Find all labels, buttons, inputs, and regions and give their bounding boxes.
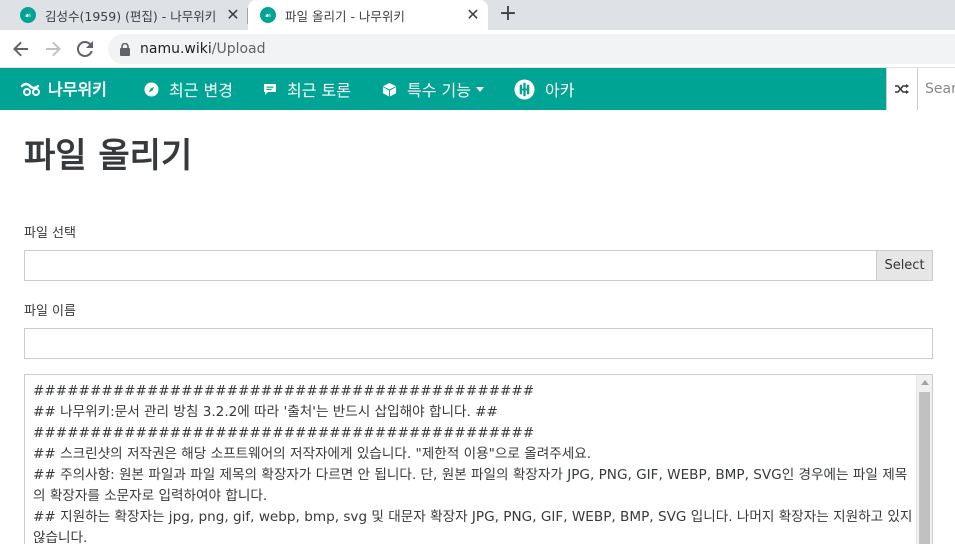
namuwiki-favicon-icon: ☙ — [20, 7, 36, 23]
browser-tab-strip: ☙ 김성수(1959) (편집) - 나무위키 ✕ ☙ 파일 올리기 - 나무위… — [0, 0, 955, 30]
tab-title: 김성수(1959) (편집) - 나무위키 — [45, 8, 217, 24]
nav-special-features[interactable]: 특수 기능 — [382, 68, 484, 110]
nav-recent-discussions[interactable]: 최근 토론 — [263, 68, 351, 110]
shuffle-icon — [895, 84, 909, 94]
nav-label: 특수 기능 — [407, 81, 471, 100]
address-bar[interactable]: namu.wiki/Upload — [108, 34, 955, 64]
comment-icon — [263, 83, 277, 96]
namuwiki-favicon-icon: ☙ — [260, 7, 276, 23]
close-tab-icon[interactable]: ✕ — [464, 6, 482, 24]
browser-toolbar: namu.wiki/Upload — [0, 30, 955, 68]
namuwiki-logo-icon: 나무위키 — [20, 80, 107, 99]
textarea-content: ########################################… — [33, 381, 913, 544]
compass-icon — [144, 81, 159, 97]
textarea-line: ########################################… — [33, 425, 535, 441]
nav-arca[interactable]: 아카 — [514, 68, 574, 110]
file-name-label: 파일 이름 — [24, 304, 76, 319]
nav-recent-changes[interactable]: 최근 변경 — [144, 68, 233, 110]
browser-tab-edit[interactable]: ☙ 김성수(1959) (편집) - 나무위키 ✕ — [8, 0, 248, 30]
close-tab-icon[interactable]: ✕ — [224, 6, 242, 24]
nav-label: 최근 변경 — [169, 81, 233, 100]
new-tab-button[interactable]: + — [496, 3, 520, 27]
textarea-line: ## 나무위키:문서 관리 방침 3.2.2에 따라 '출처'는 반드시 삽입해… — [33, 404, 498, 420]
nav-label: 최근 토론 — [287, 81, 351, 100]
url-host: namu.wiki — [140, 41, 212, 57]
random-page-button[interactable] — [887, 68, 918, 110]
page-title: 파일 올리기 — [24, 136, 193, 176]
file-select-row: Select — [24, 250, 933, 281]
browser-tab-upload[interactable]: ☙ 파일 올리기 - 나무위키 ✕ — [248, 0, 488, 30]
select-file-button[interactable]: Select — [876, 250, 933, 281]
scrollbar-thumb[interactable] — [919, 392, 930, 544]
file-name-input[interactable] — [24, 328, 933, 359]
chevron-down-icon — [475, 86, 484, 92]
textarea-scrollbar[interactable] — [916, 375, 932, 544]
search-input[interactable] — [919, 68, 955, 110]
tab-title: 파일 올리기 - 나무위키 — [285, 8, 405, 24]
scroll-up-arrow-icon[interactable] — [921, 380, 929, 385]
wiki-navbar: 나무위키 최근 변경 최근 토론 특수 기능 아카 — [0, 68, 955, 110]
arca-icon — [514, 78, 535, 100]
forward-arrow-icon[interactable] — [41, 37, 65, 61]
brand-text: 나무위키 — [48, 80, 107, 99]
file-select-label: 파일 선택 — [24, 226, 76, 241]
reload-icon[interactable] — [73, 37, 97, 61]
textarea-line: ## 지원하는 확장자는 jpg, png, gif, webp, bmp, s… — [33, 509, 917, 544]
textarea-line: ## 스크린샷의 저작권은 해당 소프트웨어의 저작자에게 있습니다. "제한적… — [33, 446, 592, 462]
cube-icon — [382, 82, 397, 97]
namuwiki-logo[interactable]: 나무위키 — [20, 78, 116, 100]
url-path: /Upload — [211, 41, 266, 57]
nav-label: 아카 — [545, 81, 575, 100]
lock-icon — [120, 42, 130, 56]
textarea-line: ########################################… — [33, 383, 535, 399]
file-path-input[interactable] — [24, 250, 877, 281]
textarea-line: ## 주의사항: 원본 파일과 파일 제목의 확장자가 다르면 안 됩니다. 단… — [33, 467, 908, 504]
back-arrow-icon[interactable] — [9, 37, 33, 61]
description-textarea[interactable]: ########################################… — [24, 374, 933, 544]
search-area — [886, 68, 955, 110]
